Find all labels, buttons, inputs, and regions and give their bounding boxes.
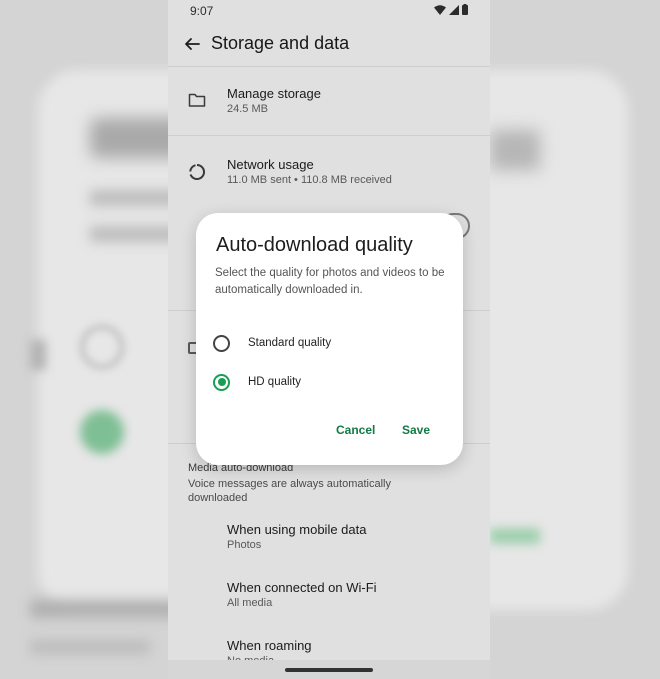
background-blur-text <box>30 640 150 654</box>
standard-quality-option[interactable]: Standard quality <box>210 329 450 357</box>
standard-quality-label: Standard quality <box>248 337 332 349</box>
radio-button-selected[interactable] <box>213 373 230 391</box>
background-blur-text <box>490 130 540 170</box>
save-button[interactable]: Save <box>402 423 430 437</box>
radio-button-unselected[interactable] <box>213 334 230 352</box>
dialog-description: Select the quality for photos and videos… <box>215 267 445 296</box>
background-blur-radio <box>80 410 124 454</box>
cancel-button[interactable]: Cancel <box>336 423 375 437</box>
hd-quality-label: HD quality <box>248 376 302 388</box>
background-blur-icon <box>30 340 46 370</box>
hd-quality-option[interactable]: HD quality <box>210 368 450 396</box>
dialog-title: Auto-download quality <box>216 234 413 256</box>
background-blur-radio <box>80 325 124 369</box>
background-blur-button <box>490 528 540 544</box>
background-blur-text <box>30 600 180 618</box>
auto-download-quality-dialog: Auto-download quality Select the quality… <box>196 213 463 465</box>
